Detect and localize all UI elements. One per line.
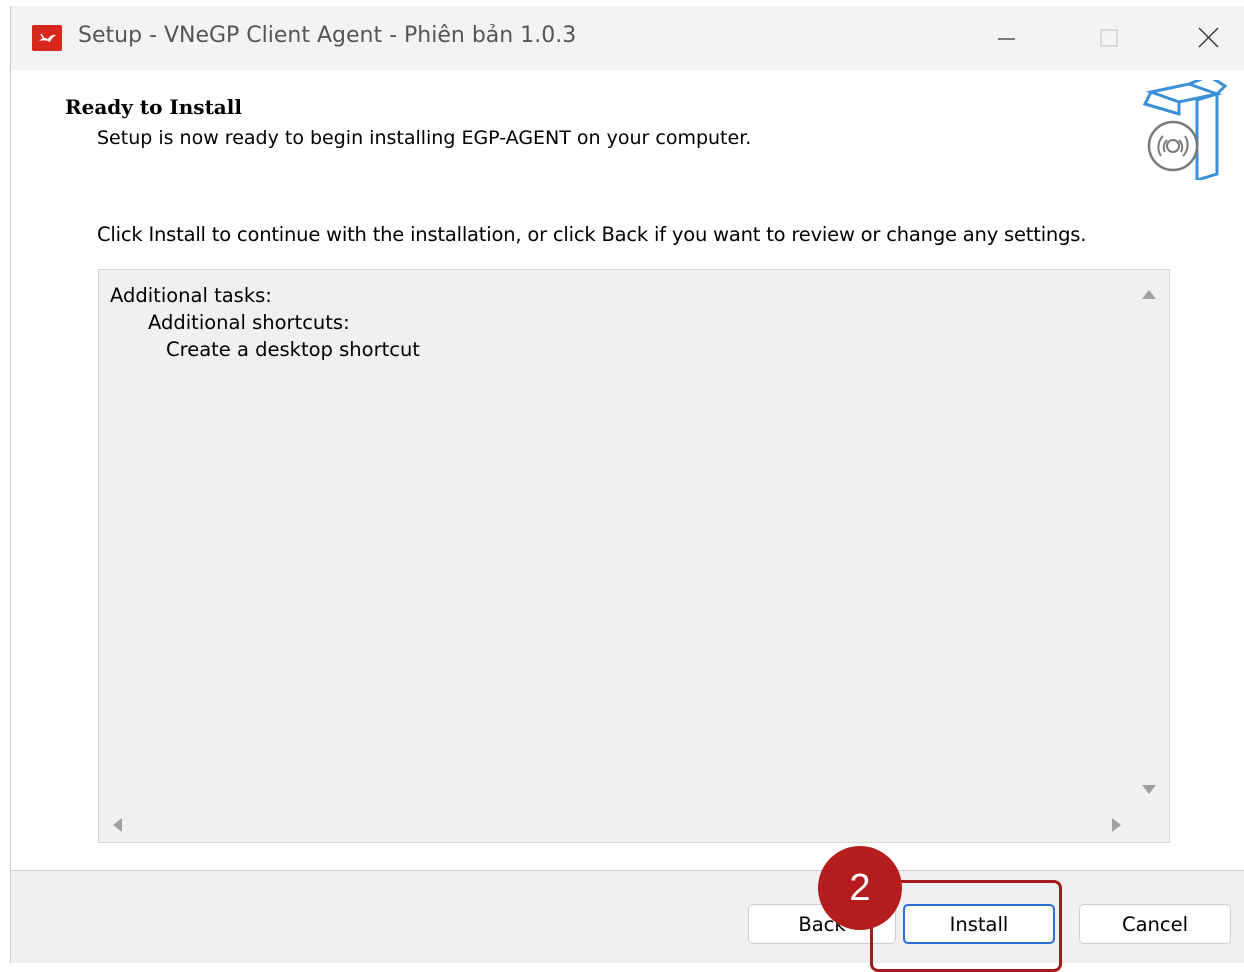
instruction-text: Click Install to continue with the insta… — [97, 223, 1087, 246]
setup-window: Setup - VNeGP Client Agent - Phiên bản 1… — [10, 6, 1244, 963]
window-title: Setup - VNeGP Client Agent - Phiên bản 1… — [78, 23, 577, 48]
memo-line: Additional shortcuts: — [148, 311, 350, 334]
page-subtitle: Setup is now ready to begin installing E… — [97, 127, 752, 149]
minimize-button[interactable] — [971, 6, 1041, 70]
memo-line: Additional tasks: — [110, 284, 272, 307]
memo-line: Create a desktop shortcut — [166, 338, 420, 361]
scroll-up-arrow-icon[interactable] — [1141, 288, 1157, 302]
maximize-icon — [1100, 29, 1118, 47]
vnegp-logo-icon — [32, 25, 62, 51]
close-icon — [1198, 27, 1219, 48]
ready-memo[interactable]: Additional tasks: Additional shortcuts: … — [98, 269, 1170, 843]
step-number-badge: 2 — [818, 846, 902, 930]
scroll-down-arrow-icon[interactable] — [1141, 782, 1157, 796]
cancel-button[interactable]: Cancel — [1079, 904, 1231, 944]
close-button[interactable] — [1173, 6, 1243, 70]
scroll-right-arrow-icon[interactable] — [1109, 817, 1123, 833]
scroll-left-arrow-icon[interactable] — [111, 817, 125, 833]
maximize-button[interactable] — [1073, 6, 1143, 70]
title-bar: Setup - VNeGP Client Agent - Phiên bản 1… — [11, 6, 1244, 70]
minimize-icon — [998, 38, 1015, 40]
page-title: Ready to Install — [65, 95, 242, 119]
install-box-icon — [1142, 80, 1227, 180]
wizard-header: Ready to Install Setup is now ready to b… — [11, 70, 1244, 200]
